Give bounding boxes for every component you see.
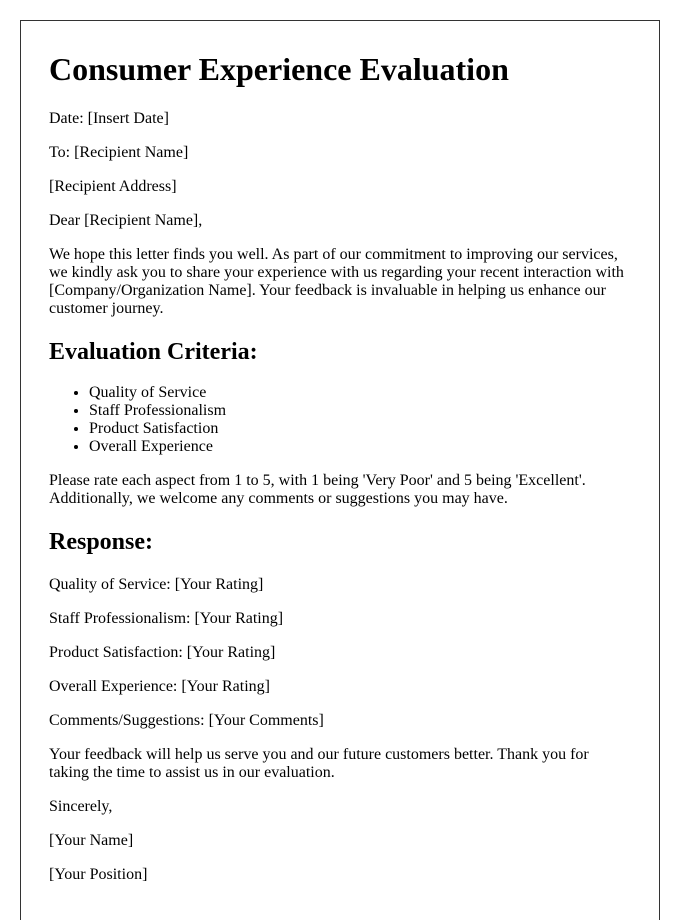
- criteria-item: Product Satisfaction: [89, 420, 631, 438]
- criteria-heading: Evaluation Criteria:: [49, 339, 258, 365]
- response-heading: Response:: [49, 529, 154, 555]
- response-product: Product Satisfaction: [Your Rating]: [49, 644, 276, 661]
- sender-position: [Your Position]: [49, 866, 148, 883]
- response-staff: Staff Professionalism: [Your Rating]: [49, 610, 284, 627]
- letter-title: Consumer Experience Evaluation: [49, 51, 509, 87]
- criteria-item: Overall Experience: [89, 438, 631, 456]
- sender-name: [Your Name]: [49, 832, 134, 849]
- letter: Consumer Experience Evaluation Date: [In…: [20, 20, 660, 920]
- signoff: Sincerely,: [49, 798, 113, 815]
- recipient-line: To: [Recipient Name]: [49, 144, 189, 161]
- rating-instructions: Please rate each aspect from 1 to 5, wit…: [49, 472, 586, 507]
- criteria-list: Quality of Service Staff Professionalism…: [49, 384, 631, 456]
- salutation: Dear [Recipient Name],: [49, 212, 203, 229]
- criteria-item: Staff Professionalism: [89, 402, 631, 420]
- criteria-item: Quality of Service: [89, 384, 631, 402]
- recipient-address: [Recipient Address]: [49, 178, 177, 195]
- closing-paragraph: Your feedback will help us serve you and…: [49, 746, 589, 781]
- date-line: Date: [Insert Date]: [49, 110, 169, 127]
- response-comments: Comments/Suggestions: [Your Comments]: [49, 712, 324, 729]
- response-overall: Overall Experience: [Your Rating]: [49, 678, 270, 695]
- intro-paragraph: We hope this letter finds you well. As p…: [49, 246, 624, 317]
- response-quality: Quality of Service: [Your Rating]: [49, 576, 264, 593]
